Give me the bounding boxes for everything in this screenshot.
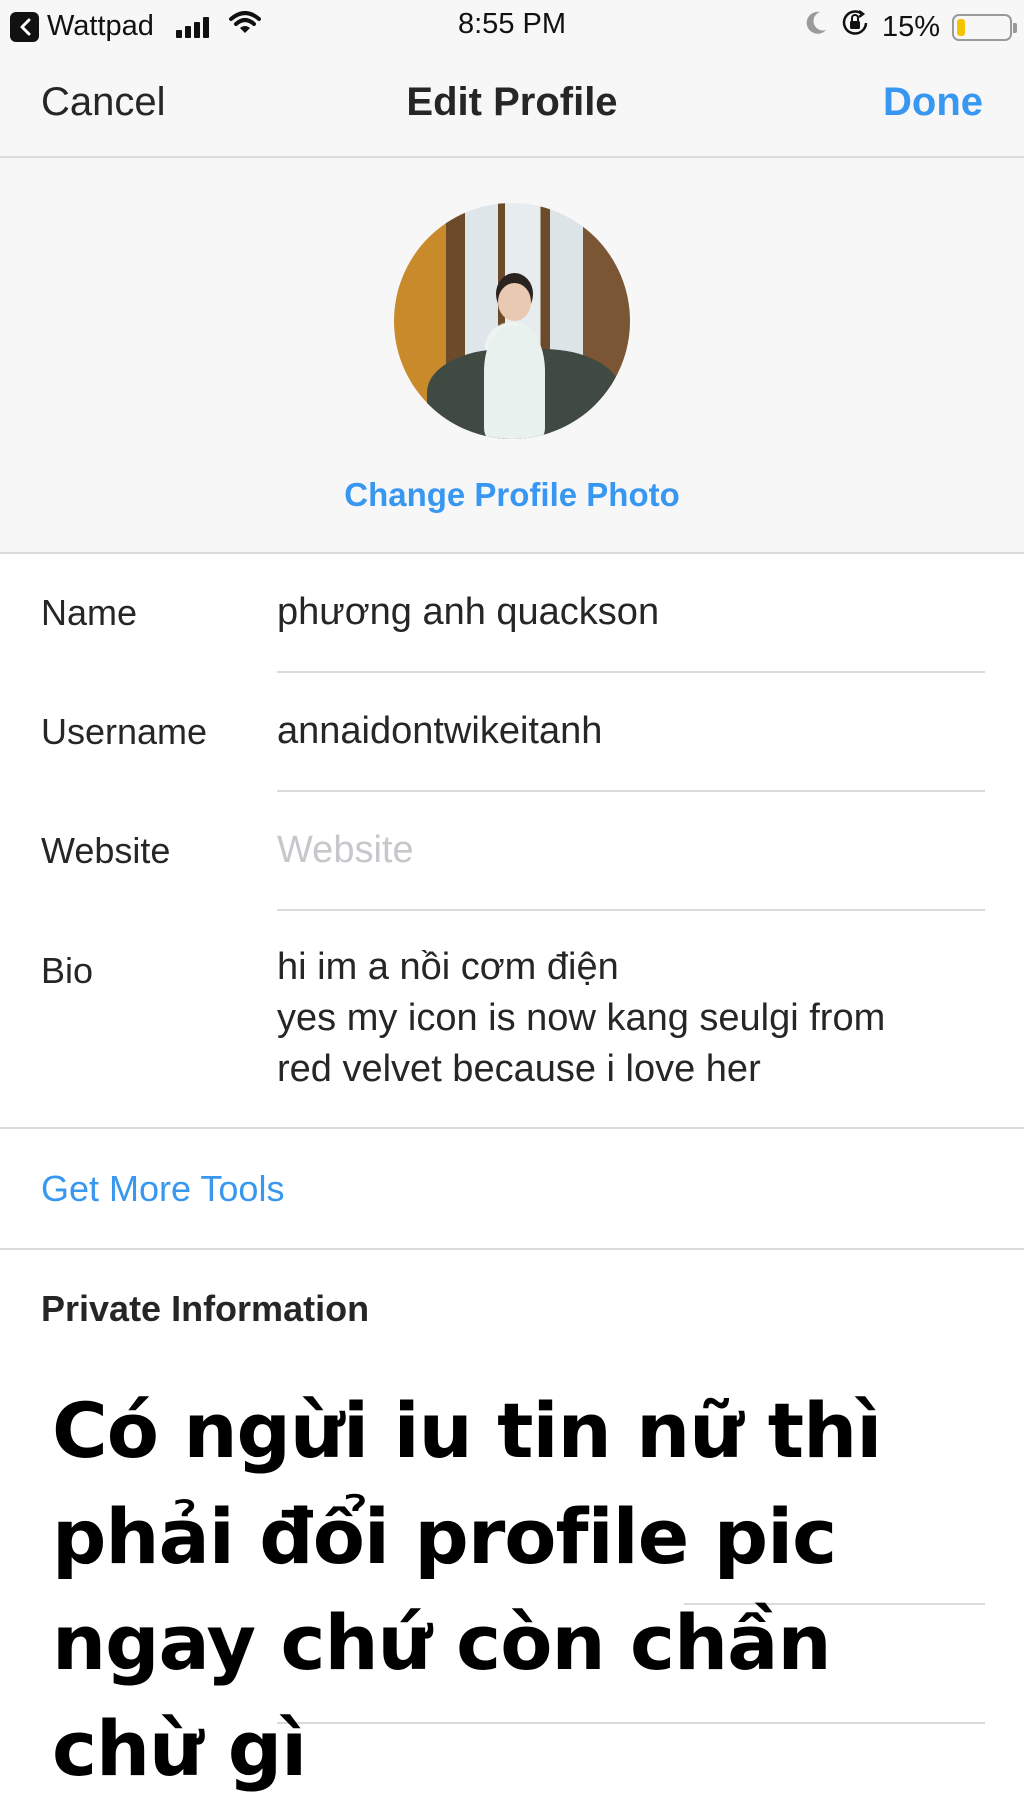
orientation-lock-icon [840,8,870,46]
name-label: Name [41,592,138,633]
overlay-caption: Có ngừi iu tin nữ thì phải đổi profile p… [52,1386,882,1793]
website-label: Website [41,830,171,871]
tools-section-divider [0,1248,1024,1250]
website-divider [277,909,985,911]
username-label: Username [41,711,208,752]
private-information-heading: Private Information [41,1288,370,1329]
bio-section-divider [0,1127,1024,1129]
edit-profile-screen: Wattpad 8:55 PM 15% Cancel Edit Profile … [0,0,1024,1820]
get-more-tools-link[interactable]: Get More Tools [41,1168,284,1210]
page-title: Edit Profile [406,80,618,124]
battery-icon [952,13,1017,41]
bio-field[interactable]: hi im a nồi cơm điện yes my icon is now … [277,942,997,1095]
status-bar: Wattpad 8:55 PM 15% [0,0,1024,52]
profile-photo-section: Change Profile Photo [0,158,1024,554]
avatar-figure-shape [483,325,546,439]
website-field[interactable] [277,824,985,876]
name-field[interactable] [277,586,985,638]
name-divider [277,671,985,673]
nav-bar: Cancel Edit Profile Done [0,52,1024,158]
done-button[interactable]: Done [883,80,983,125]
moon-icon [804,10,828,44]
status-right: 15% [804,8,1017,46]
profile-avatar[interactable] [394,203,630,439]
username-field[interactable] [277,705,985,757]
username-divider [277,790,985,792]
avatar-head-shape [497,283,531,321]
change-profile-photo-button[interactable]: Change Profile Photo [0,476,1024,514]
bio-label: Bio [41,950,94,991]
battery-percent: 15% [881,10,940,43]
